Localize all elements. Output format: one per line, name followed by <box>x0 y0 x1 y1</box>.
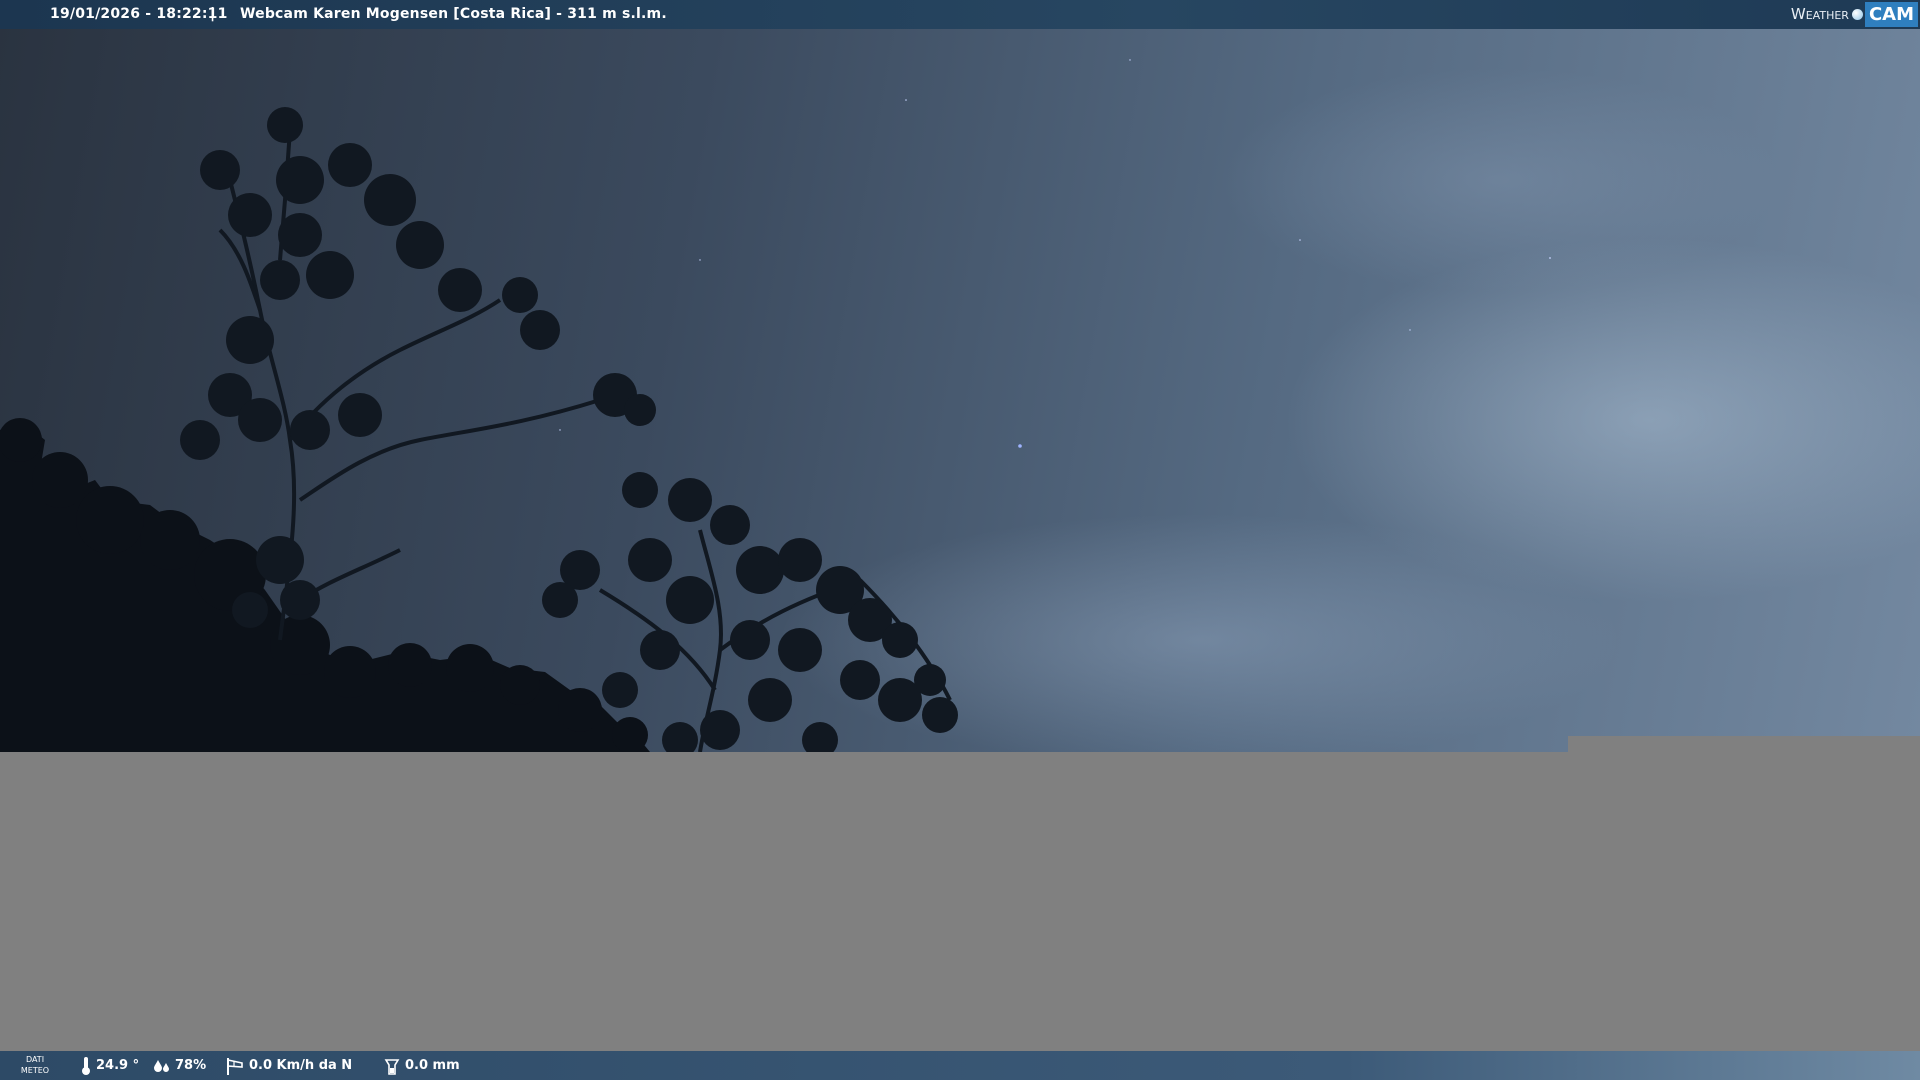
tree-silhouettes <box>0 59 1551 752</box>
meteo-label-line1: DATI <box>25 1055 45 1064</box>
top-overlay-bar: 19/01/2026 - 18:22:11 | Webcam Karen Mog… <box>0 0 1920 29</box>
humidity-value: 78% <box>175 1058 207 1073</box>
logo-cam-text: CAM <box>1864 2 1918 27</box>
rain-reading: 0.0 mm <box>383 1051 460 1080</box>
wind-sock-icon <box>227 1057 243 1075</box>
logo-weather-text: Weather <box>1790 5 1849 23</box>
night-sky-image <box>0 0 1920 752</box>
missing-image-region <box>1568 736 1920 752</box>
camera-title: Webcam Karen Mogensen [Costa Rica] - 311… <box>240 6 667 22</box>
humidity-reading: 78% <box>153 1051 206 1080</box>
webcam-frame: 19/01/2026 - 18:22:11 | Webcam Karen Mog… <box>0 0 1920 1080</box>
rain-value: 0.0 mm <box>405 1058 460 1073</box>
title-separator: | <box>210 6 216 22</box>
temperature-reading: 24.9 ° <box>80 1051 139 1080</box>
wind-reading: 0.0 Km/h da N <box>225 1051 352 1080</box>
meteo-data-label: DATI METEO <box>18 1054 52 1076</box>
weather-data-bar: DATI METEO 24.9 ° 78% 0.0 Km/h da N 0.0 … <box>0 1051 1920 1080</box>
rain-gauge-icon <box>384 1058 400 1075</box>
temperature-value: 24.9 ° <box>96 1058 140 1073</box>
wind-value: 0.0 Km/h da N <box>249 1058 353 1073</box>
meteo-label-line2: METEO <box>20 1066 50 1075</box>
timestamp: 19/01/2026 - 18:22:11 <box>50 6 228 22</box>
stars <box>559 59 1551 448</box>
weathercam-logo: Weather CAM <box>1791 2 1918 27</box>
humidity-drops-icon <box>154 1059 169 1072</box>
logo-globe-icon <box>1851 9 1863 20</box>
thermometer-icon <box>82 1056 90 1075</box>
missing-image-region-lower <box>0 752 1920 1051</box>
